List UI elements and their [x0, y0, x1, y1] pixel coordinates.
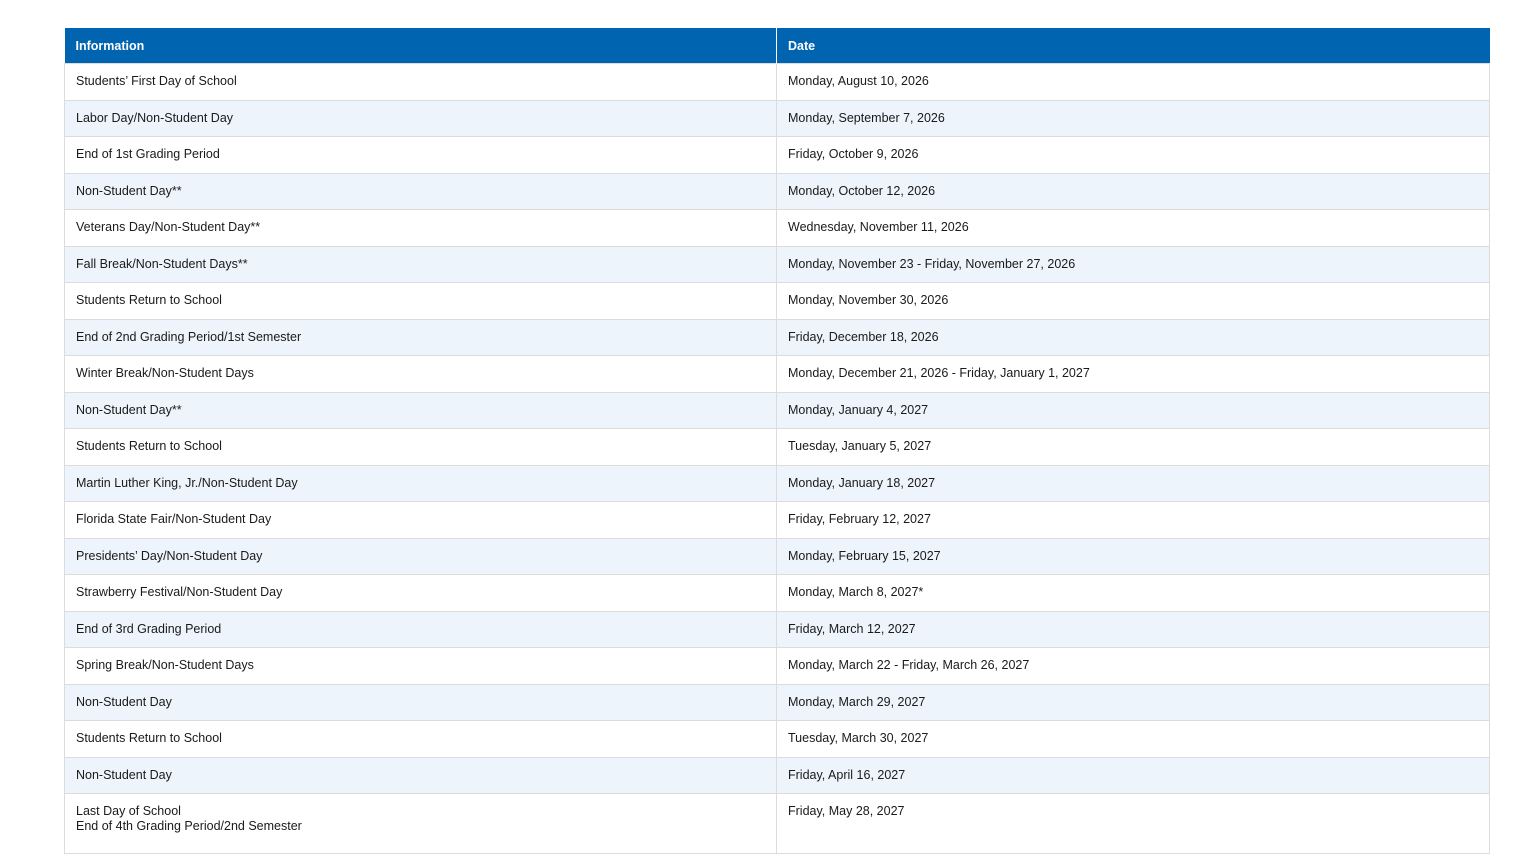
table-row: Strawberry Festival/Non-Student Day Monda… [64, 574, 1490, 612]
date-cell: Monday, March 29, 2027 [776, 683, 1490, 721]
table-row: Non-Student Day** Monday, October 12, 202… [64, 172, 1490, 210]
date-cell: Friday, May 28, 2027 [776, 793, 1490, 854]
date-cell: Friday, October 9, 2026 [776, 136, 1490, 174]
date-cell: Monday, January 4, 2027 [776, 391, 1490, 429]
table-row: Florida State Fair/Non-Student Day Friday… [64, 501, 1490, 539]
date-cell: Monday, November 30, 2026 [776, 282, 1490, 320]
info-cell: End of 1st Grading Period [64, 136, 777, 174]
info-cell: Students Return to School [64, 282, 777, 320]
date-cell: Monday, November 23 - Friday, November 2… [776, 245, 1490, 283]
date-cell: Monday, October 12, 2026 [776, 172, 1490, 210]
info-cell: Spring Break/Non-Student Days [64, 647, 777, 685]
table-row: Students’ First Day of School Monday, Aug… [64, 63, 1490, 101]
date-cell: Monday, March 8, 2027* [776, 574, 1490, 612]
table-row: End of 3rd Grading Period Friday, March 1… [64, 610, 1490, 648]
date-cell: Monday, August 10, 2026 [776, 63, 1490, 101]
table-row: Fall Break/Non-Student Days** Monday, Nov… [64, 245, 1490, 283]
info-cell: Winter Break/Non-Student Days [64, 355, 777, 393]
info-cell: Strawberry Festival/Non-Student Day [64, 574, 777, 612]
column-header-information: Information [64, 28, 777, 64]
table-row: Veterans Day/Non-Student Day** Wednesday,… [64, 209, 1490, 247]
info-cell: Veterans Day/Non-Student Day** [64, 209, 777, 247]
info-cell: Last Day of School End of 4th Grading Pe… [64, 793, 777, 854]
date-cell: Friday, February 12, 2027 [776, 501, 1490, 539]
table-row: Labor Day/Non-Student Day Monday, Septemb… [64, 99, 1490, 137]
table-row: Students Return to School Tuesday, March … [64, 720, 1490, 758]
column-header-date: Date [776, 28, 1490, 64]
table-row: Non-Student Day** Monday, January 4, 2027 [64, 391, 1490, 429]
table-row: Spring Break/Non-Student Days Monday, Mar… [64, 647, 1490, 685]
date-cell: Monday, January 18, 2027 [776, 464, 1490, 502]
info-cell: Non-Student Day** [64, 172, 777, 210]
info-cell: Labor Day/Non-Student Day [64, 99, 777, 137]
date-cell: Tuesday, January 5, 2027 [776, 428, 1490, 466]
table-row: End of 1st Grading Period Friday, October… [64, 136, 1490, 174]
info-line-2: End of 4th Grading Period/2nd Semester [76, 819, 302, 833]
info-cell: Non-Student Day [64, 756, 777, 794]
info-cell: Students Return to School [64, 428, 777, 466]
info-cell: Non-Student Day [64, 683, 777, 721]
info-cell: End of 3rd Grading Period [64, 610, 777, 648]
school-calendar-table-container: Information Date Students’ First Day of … [64, 28, 1490, 854]
date-cell: Monday, March 22 - Friday, March 26, 202… [776, 647, 1490, 685]
table-row: Students Return to School Tuesday, Januar… [64, 428, 1490, 466]
date-cell: Monday, February 15, 2027 [776, 537, 1490, 575]
info-cell: Florida State Fair/Non-Student Day [64, 501, 777, 539]
school-calendar-table: Information Date Students’ First Day of … [64, 28, 1490, 854]
info-cell: Students Return to School [64, 720, 777, 758]
table-row: Non-Student Day Monday, March 29, 2027 [64, 683, 1490, 721]
info-cell: Martin Luther King, Jr./Non-Student Day [64, 464, 777, 502]
info-cell: Students’ First Day of School [64, 63, 777, 101]
table-row: Presidents’ Day/Non-Student Day Monday, F… [64, 537, 1490, 575]
date-cell: Wednesday, November 11, 2026 [776, 209, 1490, 247]
table-row-last-day: Last Day of School End of 4th Grading Pe… [64, 793, 1490, 854]
date-cell: Friday, April 16, 2027 [776, 756, 1490, 794]
info-cell: Presidents’ Day/Non-Student Day [64, 537, 777, 575]
date-cell: Monday, December 21, 2026 - Friday, Janu… [776, 355, 1490, 393]
date-cell: Friday, March 12, 2027 [776, 610, 1490, 648]
table-row: Winter Break/Non-Student Days Monday, Dec… [64, 355, 1490, 393]
table-row: Martin Luther King, Jr./Non-Student Day M… [64, 464, 1490, 502]
table-header-row: Information Date [64, 28, 1490, 64]
info-line-1: Last Day of School [76, 804, 181, 818]
date-cell: Friday, December 18, 2026 [776, 318, 1490, 356]
table-row: Non-Student Day Friday, April 16, 2027 [64, 756, 1490, 794]
table-row: End of 2nd Grading Period/1st Semester Fr… [64, 318, 1490, 356]
info-cell: Non-Student Day** [64, 391, 777, 429]
info-cell: End of 2nd Grading Period/1st Semester [64, 318, 777, 356]
table-row: Students Return to School Monday, Novembe… [64, 282, 1490, 320]
date-cell: Tuesday, March 30, 2027 [776, 720, 1490, 758]
table-header: Information Date [64, 28, 1490, 64]
date-cell: Monday, September 7, 2026 [776, 99, 1490, 137]
info-cell: Fall Break/Non-Student Days** [64, 245, 777, 283]
table-body: Students’ First Day of School Monday, Aug… [64, 63, 1490, 854]
